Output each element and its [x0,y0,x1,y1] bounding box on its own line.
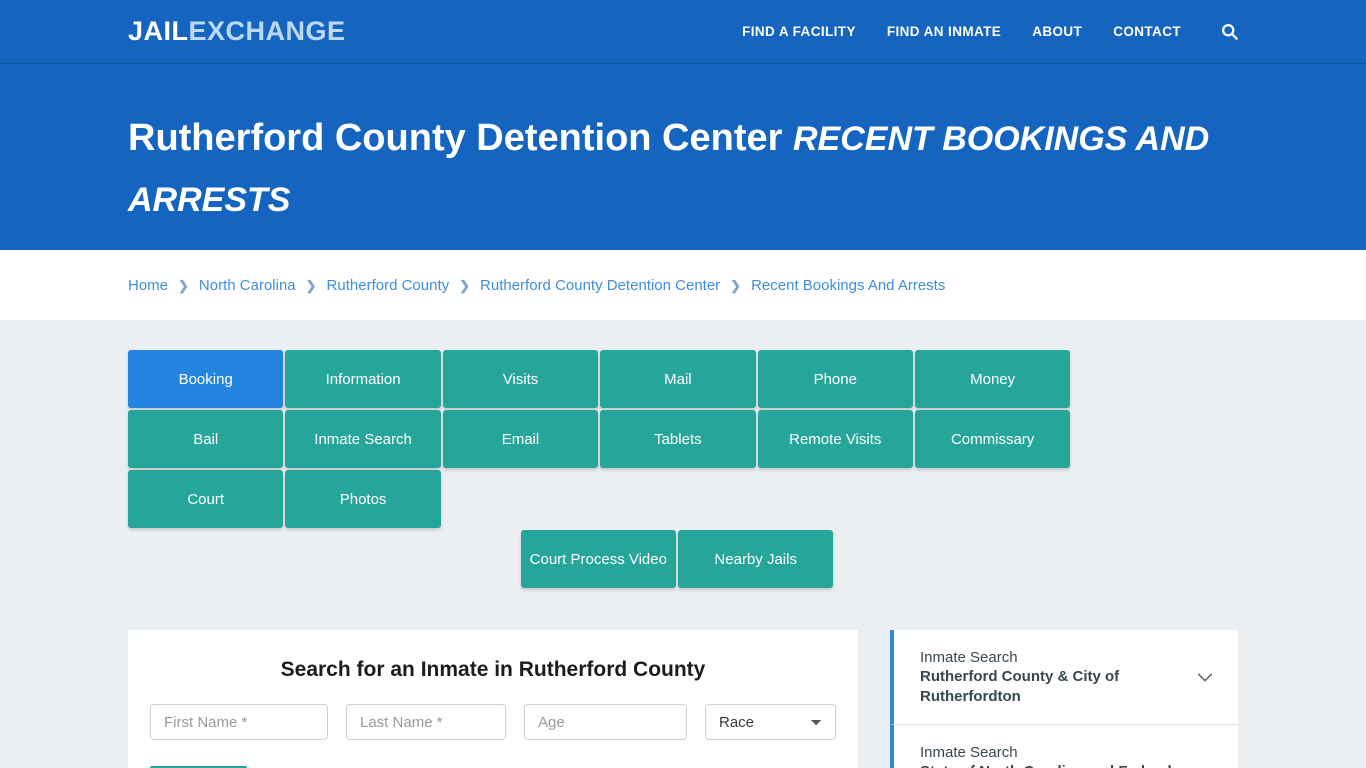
tab-money[interactable]: Money [914,350,1071,408]
tab-email[interactable]: Email [442,410,599,468]
main-navigation: FIND A FACILITY FIND AN INMATE ABOUT CON… [742,23,1238,40]
accordion-kicker: Inmate Search [920,648,1018,666]
accordion-label: Inmate Search State of North Carolina an… [920,743,1182,768]
chevron-down-icon[interactable] [1194,666,1216,688]
breadcrumb-separator-icon: ❯ [305,277,317,293]
tab-nearby-jails[interactable]: Nearby Jails [678,530,834,588]
accordion-inmate-search-state[interactable]: Inmate Search State of North Carolina an… [890,725,1238,768]
tab-visits[interactable]: Visits [442,350,599,408]
hero-banner: Rutherford County Detention Center Recen… [0,64,1366,250]
tab-mail[interactable]: Mail [600,350,756,408]
accordion-inmate-search-county[interactable]: Inmate Search Rutherford County & City o… [890,630,1238,725]
tab-phone[interactable]: Phone [757,350,913,408]
tab-tablets[interactable]: Tablets [600,410,756,468]
tab-booking[interactable]: Booking [128,350,284,408]
tab-court[interactable]: Court [128,470,284,528]
inmate-search-title: Search for an Inmate in Rutherford Count… [280,658,706,681]
nav-find-an-inmate[interactable]: FIND AN INMATE [887,24,1001,39]
tab-inmate-search[interactable]: Inmate Search [285,410,441,468]
tab-commissary[interactable]: Commissary [914,410,1071,468]
site-header: JAILEXCHANGE FIND A FACILITY FIND AN INM… [0,0,1366,64]
race-select[interactable]: Race [705,704,836,740]
logo-text-primary: JAIL [128,16,189,46]
logo-text-secondary: EXCHANGE [188,16,346,46]
breadcrumb-item-current[interactable]: Recent Bookings And Arrests [751,277,945,294]
breadcrumb-separator-icon: ❯ [178,277,189,293]
breadcrumb-item-north-carolina[interactable]: North Carolina [199,277,296,294]
age-input[interactable] [524,704,687,740]
accordion-title: State of North Carolina and Federal Lock… [920,763,1172,768]
breadcrumb-item-home[interactable]: Home [128,277,168,294]
page-title: Rutherford County Detention Center Recen… [128,108,1238,230]
accordion-title: Rutherford County & City of Rutherfordto… [920,668,1120,705]
last-name-input[interactable] [346,704,506,740]
inmate-search-card: Search for an Inmate in Rutherford Count… [128,630,858,768]
nav-find-a-facility[interactable]: FIND A FACILITY [742,24,856,39]
inmate-search-fields: Race [150,704,836,740]
page-title-facility: Rutherford County Detention Center [128,117,793,159]
content-row: Search for an Inmate in Rutherford Count… [128,630,1238,768]
accordion-label: Inmate Search Rutherford County & City o… [920,648,1182,707]
nav-contact[interactable]: CONTACT [1113,24,1181,39]
facility-tab-grid: Booking Information Visits Mail Phone Mo… [128,350,1226,528]
chevron-down-icon[interactable] [1194,761,1216,768]
breadcrumb-separator-icon: ❯ [459,277,471,293]
breadcrumb-separator-icon: ❯ [730,277,742,293]
site-logo[interactable]: JAILEXCHANGE [128,18,346,45]
facility-tab-row-3: Court Process Video Nearby Jails [128,530,1226,588]
accordion-kicker: Inmate Search [920,743,1018,761]
tab-bail[interactable]: Bail [128,410,284,468]
tab-court-process-video[interactable]: Court Process Video [520,530,676,588]
breadcrumb-item-detention-center[interactable]: Rutherford County Detention Center [480,277,720,294]
nav-about[interactable]: ABOUT [1032,24,1082,39]
breadcrumb: Home ❯ North Carolina ❯ Rutherford Count… [128,277,945,294]
search-icon[interactable] [1212,23,1238,40]
breadcrumb-item-rutherford-county[interactable]: Rutherford County [327,277,450,294]
first-name-input[interactable] [150,704,328,740]
tab-remote-visits[interactable]: Remote Visits [757,410,913,468]
breadcrumb-bar: Home ❯ North Carolina ❯ Rutherford Count… [0,250,1366,320]
page-body: Booking Information Visits Mail Phone Mo… [0,320,1366,768]
tab-photos[interactable]: Photos [285,470,441,528]
tab-information[interactable]: Information [285,350,441,408]
sidebar: Inmate Search Rutherford County & City o… [890,630,1238,768]
